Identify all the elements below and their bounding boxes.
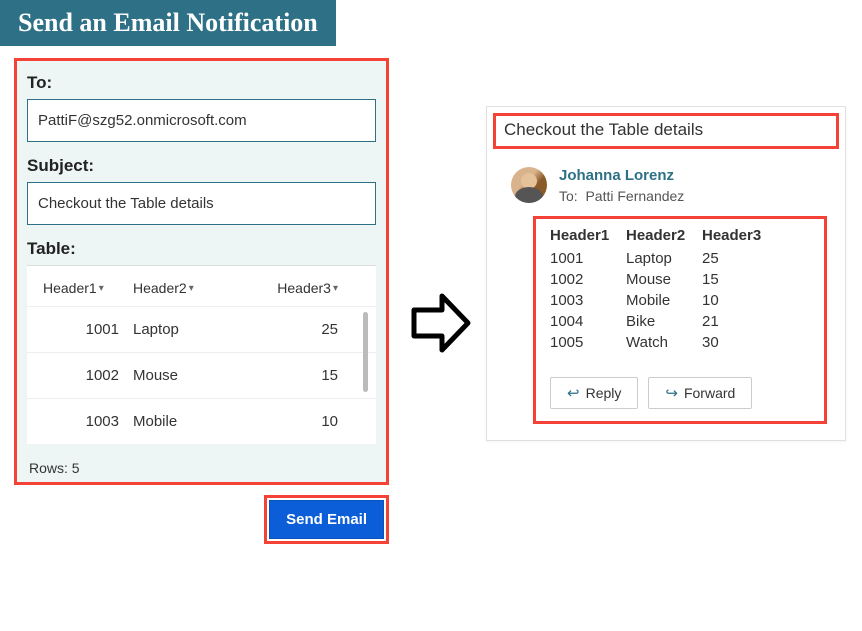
send-button-highlight: Send Email [264,495,389,544]
email-table-header: Header1 Header2 Header3 [550,227,814,244]
scrollbar[interactable] [363,312,368,392]
recipient-line: To: Patti Fernandez [559,188,684,204]
email-table-row: 1005Watch30 [550,332,814,353]
reply-button[interactable]: ↩Reply [550,377,638,409]
chevron-down-icon: ▾ [99,283,104,294]
chevron-down-icon: ▾ [333,283,338,294]
forward-icon: ↪ [665,384,678,402]
subject-label: Subject: [27,156,376,176]
column-header-3[interactable]: Header3▾ [263,280,368,296]
table-header-row: Header1▾ Header2▾ Header3▾ [27,266,376,306]
subject-input[interactable] [27,182,376,225]
page-title: Send an Email Notification [0,0,336,46]
to-input[interactable] [27,99,376,142]
table-row[interactable]: 1003Mobile10 [27,398,376,444]
email-body-highlight: Header1 Header2 Header3 1001Laptop25 100… [533,216,827,424]
email-table-row: 1004Bike21 [550,311,814,332]
email-table: Header1 Header2 Header3 1001Laptop25 100… [550,227,814,353]
avatar [511,167,547,203]
table-body: 1001Laptop25 1002Mouse15 1003Mobile10 [27,306,376,444]
email-preview-card: Checkout the Table details Johanna Loren… [486,106,846,441]
form-panel: To: Subject: Table: Header1▾ Header2▾ He… [14,58,389,485]
email-table-row: 1003Mobile10 [550,290,814,311]
table-row[interactable]: 1002Mouse15 [27,352,376,398]
to-label: To: [27,73,376,93]
chevron-down-icon: ▾ [189,283,194,294]
column-header-2[interactable]: Header2▾ [133,280,263,296]
form-table: Header1▾ Header2▾ Header3▾ 1001Laptop25 … [27,265,376,444]
email-table-row: 1002Mouse15 [550,269,814,290]
sender-name[interactable]: Johanna Lorenz [559,167,684,184]
rows-count: Rows: 5 [27,444,376,482]
column-header-1[interactable]: Header1▾ [43,280,133,296]
forward-button[interactable]: ↪Forward [648,377,752,409]
reply-actions: ↩Reply ↪Forward [550,377,814,409]
email-table-row: 1001Laptop25 [550,248,814,269]
reply-icon: ↩ [567,384,580,402]
send-email-button[interactable]: Send Email [269,500,384,539]
email-subject-highlight: Checkout the Table details [493,113,839,149]
table-row[interactable]: 1001Laptop25 [27,306,376,352]
email-subject: Checkout the Table details [504,120,828,140]
email-header: Johanna Lorenz To: Patti Fernandez [487,149,845,212]
table-label: Table: [27,239,376,259]
arrow-right-icon [408,290,474,356]
